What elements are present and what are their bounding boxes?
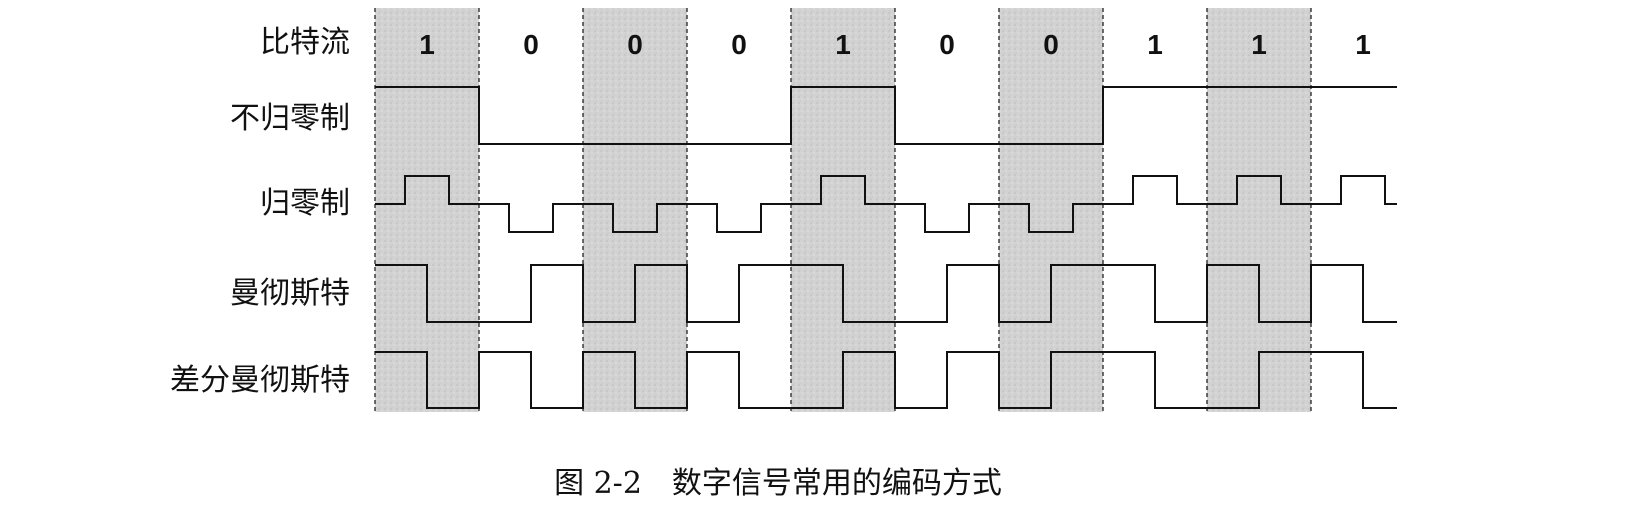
bit-value: 0	[731, 29, 747, 60]
bit-value: 1	[419, 29, 435, 60]
row-label-differential-manchester: 差分曼彻斯特	[170, 363, 350, 398]
bit-value: 1	[1147, 29, 1163, 60]
bit-value: 1	[1251, 29, 1267, 60]
bit-value: 0	[939, 29, 955, 60]
encoding-diagram: 比特流 不归零制 归零制 曼彻斯特 差分曼彻斯特 1 0 0 0 1 0 0 1 1 1 图 2-…	[170, 8, 1397, 501]
row-label-nrz: 不归零制	[230, 101, 350, 136]
bit-value: 0	[523, 29, 539, 60]
row-label-manchester: 曼彻斯特	[230, 276, 350, 311]
bit-value: 1	[1355, 29, 1371, 60]
bit-value: 0	[1043, 29, 1059, 60]
row-labels: 比特流 不归零制 归零制 曼彻斯特 差分曼彻斯特	[170, 25, 350, 398]
row-label-bit-stream: 比特流	[260, 25, 350, 60]
row-label-rz: 归零制	[260, 186, 350, 221]
bit-value: 0	[627, 29, 643, 60]
figure-caption: 图 2-2 数字信号常用的编码方式	[554, 466, 1002, 501]
bit-value: 1	[835, 29, 851, 60]
